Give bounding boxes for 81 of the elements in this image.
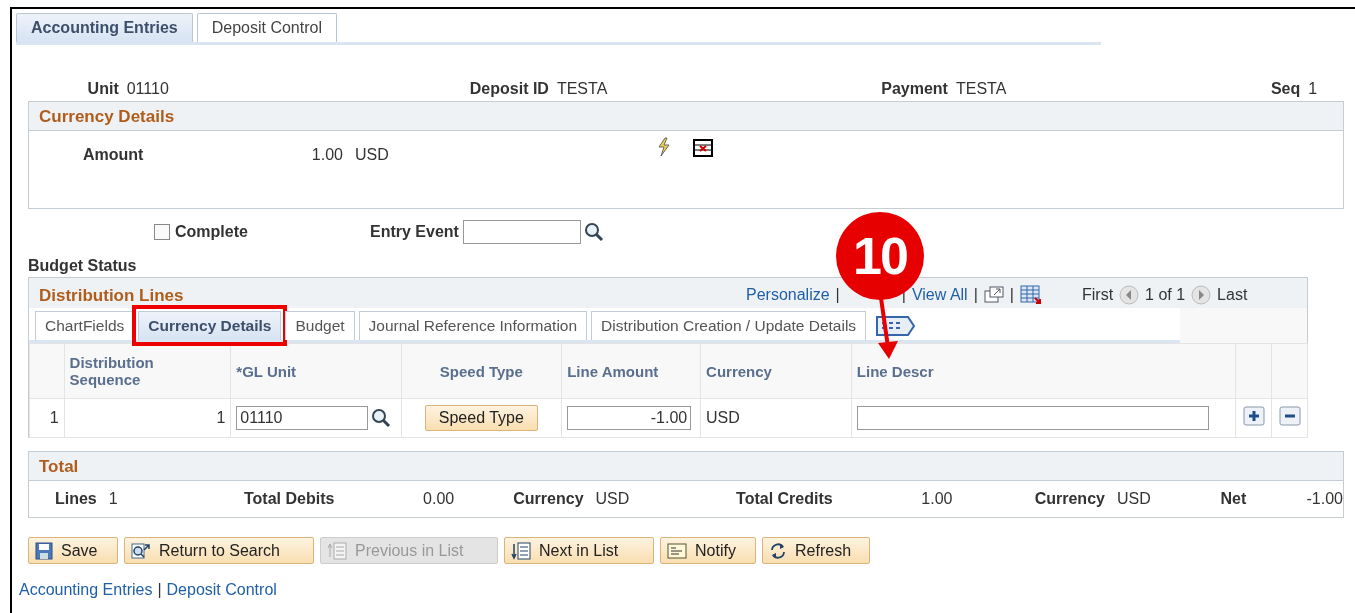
search-icon[interactable] <box>371 408 392 428</box>
field-value: USD <box>1116 490 1152 508</box>
field-label: Lines <box>53 490 98 508</box>
column-header: Distribution Sequence <box>64 343 231 399</box>
separator: | <box>835 286 840 304</box>
field-label: Entry Event <box>370 223 459 241</box>
field-value: TESTA <box>955 80 1008 98</box>
grid-tab[interactable]: ChartFields <box>35 311 135 340</box>
separator: | <box>1009 286 1014 304</box>
field-label: Total Credits <box>735 490 834 508</box>
section-label: Budget Status <box>28 257 138 276</box>
toolbar-button[interactable]: Notify <box>660 537 756 564</box>
refresh-icon <box>769 541 787 560</box>
column-header: Line Descr <box>851 343 1236 399</box>
field-label: Payment <box>880 80 949 98</box>
grid-title: Distribution Lines <box>39 285 185 306</box>
page-link[interactable]: Accounting Entries <box>19 581 153 599</box>
table-cell: 1 <box>64 398 231 438</box>
table-delete-icon[interactable] <box>693 139 713 157</box>
magnifier-page-icon <box>131 541 151 560</box>
next-icon[interactable] <box>1191 285 1212 305</box>
search-icon[interactable] <box>583 222 604 242</box>
delete-row-icon[interactable] <box>1278 406 1301 426</box>
field-value: 01110 <box>126 80 170 98</box>
row-number: 1 <box>29 398 65 438</box>
last-label: Last <box>1217 286 1248 304</box>
page-tab[interactable]: Accounting Entries <box>16 13 193 42</box>
table-cell: USD <box>700 398 852 438</box>
field-label: Amount <box>83 146 145 164</box>
field-value: 1 <box>1308 80 1319 98</box>
field-label: Currency <box>512 490 585 508</box>
field-label: Seq <box>1269 80 1302 98</box>
field-label: Currency <box>1033 490 1106 508</box>
toolbar-button[interactable]: Return to Search <box>124 537 314 564</box>
spreadsheet-icon[interactable] <box>1019 285 1042 305</box>
field-value: 0.00 <box>422 490 455 508</box>
column-header: Speed Type <box>401 343 562 399</box>
grid-tab[interactable]: Budget <box>285 311 355 340</box>
toolbar-button[interactable]: Next in List <box>504 537 654 564</box>
column-header: Line Amount <box>561 343 701 399</box>
checkbox[interactable] <box>154 224 170 240</box>
field-label: Total Debits <box>243 490 336 508</box>
note-icon <box>667 541 687 560</box>
previous-icon[interactable] <box>1119 285 1140 305</box>
down-list-icon <box>511 541 531 560</box>
toolbar-button[interactable]: Save <box>28 537 118 564</box>
field-value: 1.00 <box>310 146 343 164</box>
page-tab[interactable]: Deposit Control <box>196 13 337 42</box>
page-link[interactable]: Deposit Control <box>166 581 277 599</box>
checkbox-label: Complete <box>175 223 249 241</box>
new-window-icon[interactable] <box>983 286 1004 304</box>
gl-unit-field[interactable]: 01110 <box>236 406 369 430</box>
separator: | <box>157 581 162 599</box>
field-value: 1 <box>108 490 119 508</box>
lightning-icon[interactable] <box>656 137 672 157</box>
personalize-link[interactable]: Personalize <box>746 286 830 304</box>
line-amount-field[interactable]: -1.00 <box>567 406 692 430</box>
field-label: Unit <box>86 80 120 98</box>
up-list-icon <box>327 541 347 560</box>
column-header: *GL Unit <box>230 343 401 399</box>
toolbar-button[interactable]: Refresh <box>762 537 870 564</box>
add-row-icon[interactable] <box>1242 406 1265 426</box>
field-value: USD <box>355 146 389 164</box>
separator: | <box>973 286 978 304</box>
field-value: TESTA <box>556 80 609 98</box>
field-value: 1.00 <box>920 490 953 508</box>
field-label: Deposit ID <box>468 80 550 98</box>
field-value: -1.00 <box>1305 490 1343 508</box>
first-label: First <box>1081 286 1114 304</box>
field-label: Net <box>1219 490 1248 508</box>
grid-tab[interactable]: Distribution Creation / Update Details <box>591 311 867 340</box>
field-value: USD <box>595 490 631 508</box>
grid-tab[interactable]: Journal Reference Information <box>358 311 588 340</box>
column-header: Currency <box>700 343 852 399</box>
section-header: Total <box>29 452 1343 481</box>
view-all-link[interactable]: View All <box>911 286 968 304</box>
section-header: Currency Details <box>29 102 1343 131</box>
row-count: 1 of 1 <box>1145 286 1186 304</box>
line-description-field[interactable] <box>856 406 1209 430</box>
entry-event-field[interactable] <box>462 220 581 244</box>
speed-type-button[interactable]: Speed Type <box>424 405 538 431</box>
